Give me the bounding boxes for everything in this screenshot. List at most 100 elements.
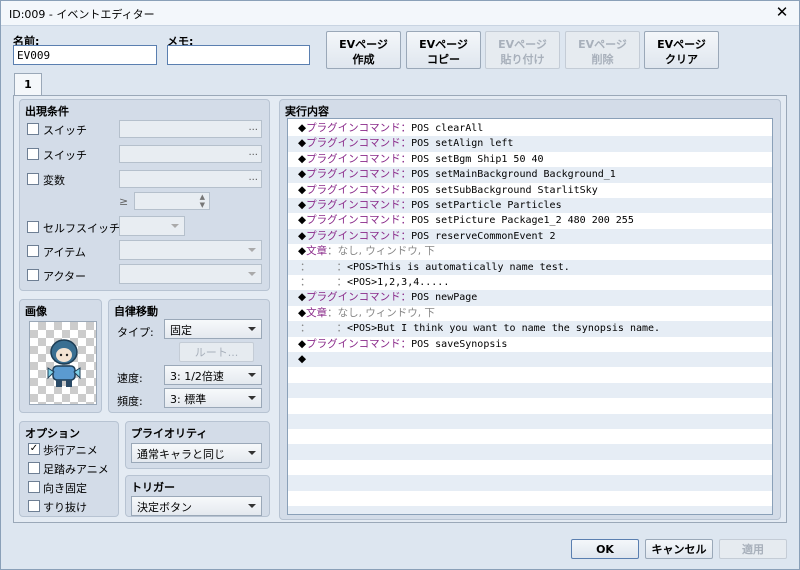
switch1-checkbox[interactable] [27,123,39,135]
command-row[interactable]: ：：<POS>This is automatically name test. [288,259,772,275]
command-row[interactable]: ：：<POS>1,2,3,4..... [288,275,772,290]
autonomous-title: 自律移動 [114,305,158,318]
command-row[interactable] [288,367,772,382]
switch2-label: スイッチ [43,149,87,162]
apply-button[interactable]: 適用 [719,539,787,559]
name-field[interactable] [13,45,157,65]
command-row[interactable] [288,429,772,444]
ev-page-copy-button[interactable]: EVページ コピー [406,31,481,69]
command-row[interactable]: ◆プラグインコマンド：POS setSubBackground StarlitS… [288,183,772,198]
continuation-marker: ： [300,276,311,288]
command-row[interactable]: ◆文章：なし, ウィンドウ, 下 [288,244,772,259]
command-type: 文章 [306,306,328,319]
command-row[interactable] [288,382,772,399]
chevron-down-icon [248,272,256,276]
chevron-down-icon [248,327,256,331]
switch2-ellipsis-icon: ... [248,147,258,158]
event-editor-window: ID:009 - イベントエディター ✕ 名前: メモ: EVページ作成 EVペ… [0,0,800,570]
chevron-down-icon [248,248,256,252]
command-text: POS setPicture Package1_2 480 200 255 [411,215,634,227]
cancel-button[interactable]: キャンセル [645,539,713,559]
title-bar: ID:009 - イベントエディター ✕ [1,1,799,26]
command-text: ：なし, ウィンドウ, 下 [327,245,435,258]
variable-ellipsis-icon: ... [248,172,258,183]
variable-checkbox[interactable] [27,173,39,185]
character-image-preview[interactable] [29,321,97,405]
actor-select[interactable] [119,264,262,284]
item-select[interactable] [119,240,262,260]
ev-page-delete-button[interactable]: EVページ 削除 [565,31,640,69]
command-type: ： [336,276,348,288]
close-icon[interactable]: ✕ [773,3,791,21]
variable-field[interactable]: ... [119,170,262,188]
command-type: プラグインコマンド： [306,199,412,211]
command-diamond-icon: ◆ [298,168,307,181]
through-checkbox[interactable] [28,500,40,512]
self-switch-select[interactable] [119,216,185,236]
route-button[interactable]: ルート... [179,342,254,362]
trigger-select[interactable]: 決定ボタン [131,496,262,516]
priority-select[interactable]: 通常キャラと同じ [131,443,262,463]
stepping-anime-checkbox[interactable] [28,462,40,474]
ev-page-create-button[interactable]: EVページ 作成 [326,31,401,69]
command-row[interactable] [288,460,772,475]
command-row[interactable]: ◆ [288,352,772,368]
switch2-field[interactable]: ... [119,145,262,163]
command-row[interactable]: ◆プラグインコマンド：POS reserveCommonEvent 2 [288,228,772,245]
command-text: POS setMainBackground Background_1 [411,169,616,181]
switch1-field[interactable]: ... [119,120,262,138]
actor-checkbox[interactable] [27,269,39,281]
command-row[interactable] [288,491,772,506]
command-row[interactable]: ◆プラグインコマンド：POS clearAll [288,121,772,136]
type-select[interactable]: 固定 [164,319,262,339]
memo-field[interactable] [167,45,310,65]
command-row[interactable]: ：：<POS>But I think you want to name the … [288,321,772,337]
item-label: アイテム [43,246,86,259]
stepper-arrows-icon[interactable]: ▲ ▼ [200,193,205,209]
copy-label-1: EVページ [419,38,468,51]
command-row[interactable]: ◆プラグインコマンド：POS setPicture Package1_2 480… [288,213,772,228]
walking-anime-checkbox[interactable]: ✓ [28,443,40,455]
command-row[interactable] [288,444,772,460]
clear-label-1: EVページ [657,38,706,51]
command-diamond-icon: ◆ [298,353,307,365]
switch2-checkbox[interactable] [27,148,39,160]
direction-fix-checkbox[interactable] [28,481,40,493]
ok-button[interactable]: OK [571,539,639,559]
command-type: プラグインコマンド： [306,152,412,165]
stepping-anime-label: 足踏みアニメ [43,463,109,476]
create-label-1: EVページ [339,38,388,51]
command-row[interactable]: ◆プラグインコマンド：POS setMainBackground Backgro… [288,167,772,183]
command-row[interactable] [288,413,772,429]
command-text: POS setAlign left [411,138,514,150]
command-row[interactable]: ◆プラグインコマンド：POS saveSynopsis [288,337,772,352]
speed-select[interactable]: 3: 1/2倍速 [164,365,262,385]
ev-page-paste-button[interactable]: EVページ 貼り付け [485,31,560,69]
priority-value: 通常キャラと同じ [137,448,225,461]
variable-value-stepper[interactable]: ▲ ▼ [134,192,210,210]
command-type: 文章 [306,245,328,258]
switch1-ellipsis-icon: ... [248,122,258,133]
command-row[interactable]: ◆プラグインコマンド：POS newPage [288,290,772,306]
command-row[interactable]: ◆文章：なし, ウィンドウ, 下 [288,306,772,321]
variable-label: 変数 [43,174,65,187]
command-row[interactable]: ◆プラグインコマンド：POS setParticle Particles [288,198,772,214]
command-row[interactable] [288,506,772,514]
chevron-down-icon [248,373,256,377]
command-row[interactable]: ◆プラグインコマンド：POS setAlign left [288,136,772,152]
command-type: ： [336,322,348,335]
frequency-select[interactable]: 3: 標準 [164,388,262,408]
command-row[interactable] [288,475,772,491]
command-row[interactable] [288,398,772,413]
self-switch-checkbox[interactable] [27,221,39,233]
item-checkbox[interactable] [27,245,39,257]
frequency-label: 頻度: [117,395,143,408]
command-type: プラグインコマンド： [306,291,412,304]
ev-page-clear-button[interactable]: EVページ クリア [644,31,719,69]
window-title: ID:009 - イベントエディター [9,8,155,21]
command-text: POS setSubBackground StarlitSky [411,184,598,196]
tab-page-1[interactable]: 1 [14,73,42,96]
command-row[interactable]: ◆プラグインコマンド：POS setBgm Ship1 50 40 [288,152,772,167]
frequency-value: 3: 標準 [170,393,207,406]
command-list[interactable]: ◆プラグインコマンド：POS clearAll ◆プラグインコマンド：POS se… [287,118,773,515]
